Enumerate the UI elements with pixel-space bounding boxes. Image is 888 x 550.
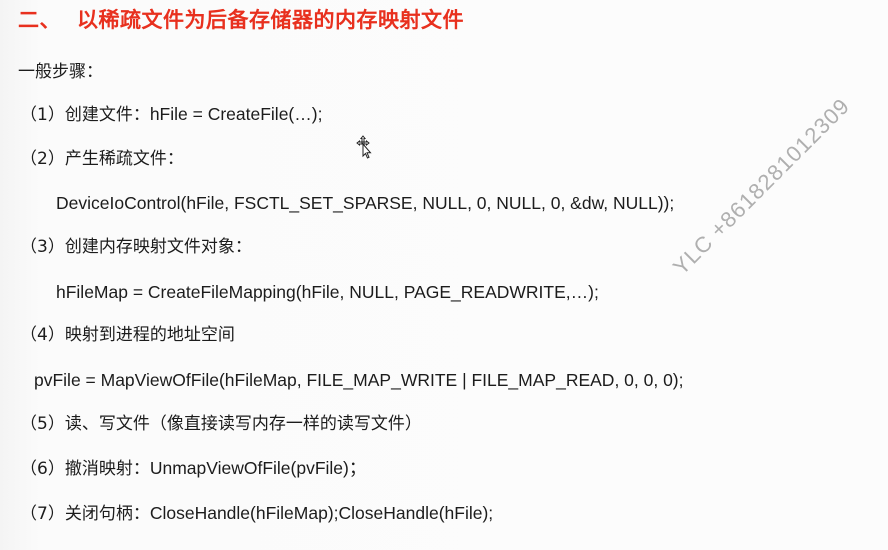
slide: 二、 以稀疏文件为后备存储器的内存映射文件 一般步骤： （1）创建文件：hFile… [0,0,888,550]
step-2-label: （2）产生稀疏文件： [20,149,184,169]
step-1-code: hFile = CreateFile(…); [149,104,323,124]
step-6-label: （6）撤消映射： [20,459,150,479]
step-4: （4）映射到进程的地址空间 [20,324,235,346]
intro-text: 一般步骤： [18,62,103,82]
step-6: （6）撤消映射：UnmapViewOfFile(pvFile)； [20,457,366,480]
step-6-code: UnmapViewOfFile(pvFile)； [149,458,367,478]
title-number: 二、 [18,7,61,32]
step-3-label: （3）创建内存映射文件对象： [20,237,252,257]
step-4-code: pvFile = MapViewOfFile(hFileMap, FILE_MA… [34,370,684,390]
step-5-label: （5）读、写文件（像直接读写内存一样的读写文件） [20,414,422,434]
title-text: 以稀疏文件为后备存储器的内存映射文件 [77,7,464,32]
step-3: （3）创建内存映射文件对象： [20,236,252,258]
step-7-label: （7）关闭句柄： [20,504,150,524]
step-2-code: DeviceIoControl(hFile, FSCTL_SET_SPARSE,… [56,193,675,213]
step-3-code: hFileMap = CreateFileMapping(hFile, NULL… [56,282,599,302]
step-1-label: （1）创建文件： [20,105,150,125]
step-7: （7）关闭句柄：CloseHandle(hFileMap);CloseHandl… [20,502,493,525]
step-1: （1）创建文件：hFile = CreateFile(…); [20,103,322,126]
watermark-text: YLC +8618281012309 [668,93,855,280]
step-5: （5）读、写文件（像直接读写内存一样的读写文件） [20,413,422,435]
move-cursor-icon [356,135,372,159]
step-7-code: CloseHandle(hFileMap);CloseHandle(hFile)… [149,503,494,523]
step-2: （2）产生稀疏文件： [20,148,184,170]
slide-title: 二、 以稀疏文件为后备存储器的内存映射文件 [18,4,464,34]
step-4-label: （4）映射到进程的地址空间 [20,325,235,345]
